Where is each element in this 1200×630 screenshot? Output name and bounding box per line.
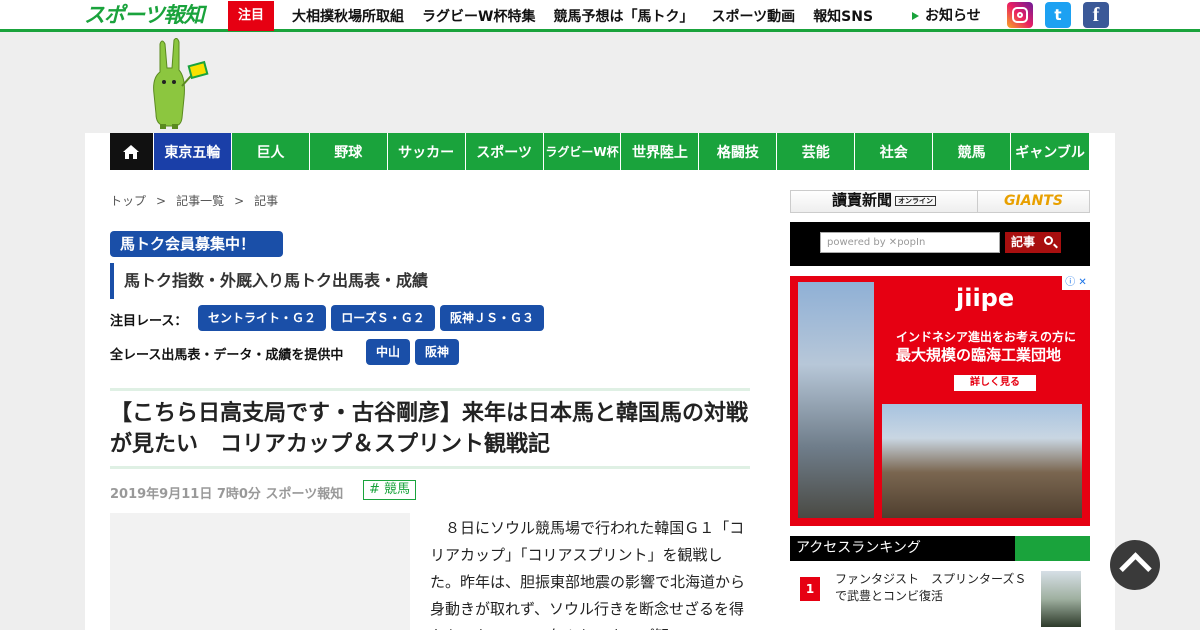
online-badge: オンライン: [895, 196, 936, 207]
race-pill-rose-stakes[interactable]: ローズＳ・Ｇ２: [331, 305, 435, 331]
ranking-item[interactable]: 1 ファンタジスト スプリンターズＳで武豊とコンビ復活: [790, 566, 1090, 630]
mascot-icon: [153, 38, 209, 129]
article-body: ８日にソウル競馬場で行われた韓国Ｇ１「コリアカップ」「コリアスプリント」を観戦し…: [430, 519, 746, 630]
triangle-right-icon: [912, 12, 919, 20]
attention-badge: 注目: [228, 1, 274, 31]
main-nav: 東京五輪 巨人 野球 サッカー スポーツ ラグビーW杯 世界陸上 格闘技 芸能 …: [110, 133, 1090, 170]
search-box: powered by ✕popIn 記事: [790, 222, 1090, 266]
nav-home[interactable]: [110, 133, 154, 170]
breadcrumb-list[interactable]: 記事一覧: [176, 194, 224, 208]
nav-rugby-wc[interactable]: ラグビーW杯: [543, 133, 622, 170]
article-photo: [110, 513, 410, 630]
yomiuri-giants-banner: 讀賣新聞 オンライン GIANTS: [790, 190, 1090, 213]
nav-baseball[interactable]: 野球: [309, 133, 388, 170]
notice-link[interactable]: お知らせ: [912, 0, 981, 32]
site-logo[interactable]: スポーツ報知: [84, 2, 208, 28]
top-link-sumo[interactable]: 大相撲秋場所取組: [292, 6, 404, 26]
ranking-title: アクセスランキング: [796, 540, 921, 556]
breadcrumb-separator: >: [234, 194, 245, 208]
article-source: スポーツ報知: [265, 487, 344, 502]
top-link-video[interactable]: スポーツ動画: [711, 6, 795, 26]
article-meta: 2019年9月11日 7時0分 スポーツ報知: [110, 483, 343, 502]
instagram-icon[interactable]: [1007, 2, 1033, 28]
article-tag[interactable]: # 競馬: [363, 480, 417, 500]
ad-line-2: 最大規模の臨海工業団地: [896, 346, 1062, 364]
venue-pill-nakayama[interactable]: 中山: [366, 339, 410, 365]
ad-logo: jiipe: [956, 284, 1015, 312]
top-link-sns[interactable]: 報知SNS: [813, 6, 873, 26]
nav-entertainment[interactable]: 芸能: [777, 133, 856, 170]
rank-number: 1: [800, 577, 820, 601]
nav-giants[interactable]: 巨人: [231, 133, 310, 170]
nav-society[interactable]: 社会: [855, 133, 934, 170]
nav-horse-racing[interactable]: 競馬: [933, 133, 1012, 170]
yomiuri-label: 讀賣新聞: [831, 193, 892, 209]
race-pill-hanshin-js[interactable]: 阪神ＪＳ・Ｇ３: [440, 305, 544, 331]
title-rule-bottom: [110, 466, 750, 469]
home-icon: [123, 144, 140, 159]
giants-link[interactable]: GIANTS: [978, 191, 1089, 212]
ad-image-silos: [798, 282, 874, 518]
breadcrumb-top[interactable]: トップ: [110, 194, 146, 208]
breadcrumb-separator: >: [156, 194, 167, 208]
ad-more-button[interactable]: 詳しく見る: [954, 375, 1036, 391]
umatoku-banner[interactable]: 馬トク会員募集中！: [110, 231, 283, 257]
top-bar: スポーツ報知 注目 大相撲秋場所取組 ラグビーW杯特集 競馬予想は「馬トク」 ス…: [0, 0, 1200, 32]
top-link-umatoku[interactable]: 競馬予想は「馬トク」: [553, 6, 693, 26]
ranking-header: アクセスランキング: [790, 536, 1090, 561]
ranking-header-accent: [1015, 536, 1090, 561]
search-input[interactable]: powered by ✕popIn: [820, 232, 1000, 253]
title-rule-top: [110, 388, 750, 391]
nav-tokyo-olympics[interactable]: 東京五輪: [153, 133, 232, 170]
all-races-label: 全レース出馬表・データ・成績を提供中: [110, 348, 344, 363]
ad-image-port: [882, 404, 1082, 518]
top-link-rugby[interactable]: ラグビーW杯特集: [422, 6, 535, 26]
rank-text[interactable]: ファンタジスト スプリンターズＳで武豊とコンビ復活: [835, 571, 1030, 605]
nav-soccer[interactable]: サッカー: [387, 133, 466, 170]
featured-race-label: 注目レース：: [110, 314, 188, 329]
breadcrumb: トップ > 記事一覧 > 記事: [110, 192, 278, 209]
twitter-icon[interactable]: t: [1045, 2, 1071, 28]
back-to-top-button[interactable]: [1110, 540, 1160, 590]
race-pill-saint-lite[interactable]: セントライト・Ｇ２: [198, 305, 326, 331]
top-links: 大相撲秋場所取組 ラグビーW杯特集 競馬予想は「馬トク」 スポーツ動画 報知SN…: [292, 0, 873, 32]
venue-pill-hanshin[interactable]: 阪神: [415, 339, 459, 365]
ad-close-icon[interactable]: ⓘ ✕: [1062, 276, 1090, 290]
article-title: 【こちら日高支局です・古谷剛彦】来年は日本馬と韓国馬の対戦が見たい コリアカップ…: [110, 401, 749, 457]
facebook-icon[interactable]: f: [1083, 2, 1109, 28]
nav-athletics[interactable]: 世界陸上: [621, 133, 700, 170]
search-button-label: 記事: [1011, 235, 1036, 249]
notice-label: お知らせ: [925, 8, 981, 24]
search-button[interactable]: 記事: [1005, 232, 1061, 253]
breadcrumb-current: 記事: [254, 194, 279, 208]
rank-thumbnail: [1041, 571, 1081, 627]
umatoku-subtitle[interactable]: 馬トク指数・外厩入り馬トク出馬表・成績: [110, 263, 428, 299]
nav-martial-arts[interactable]: 格闘技: [699, 133, 778, 170]
nav-gamble[interactable]: ギャンブル: [1011, 133, 1090, 170]
yomiuri-online-link[interactable]: 讀賣新聞 オンライン: [791, 191, 978, 212]
sidebar-ad[interactable]: ⓘ ✕ jiipe インドネシア進出をお考えの方に 最大規模の臨海工業団地 詳し…: [790, 276, 1090, 526]
article-date: 2019年9月11日 7時0分: [110, 487, 261, 502]
ad-line-1: インドネシア進出をお考えの方に: [896, 330, 1077, 344]
search-icon: [1044, 236, 1053, 245]
nav-sports[interactable]: スポーツ: [465, 133, 544, 170]
